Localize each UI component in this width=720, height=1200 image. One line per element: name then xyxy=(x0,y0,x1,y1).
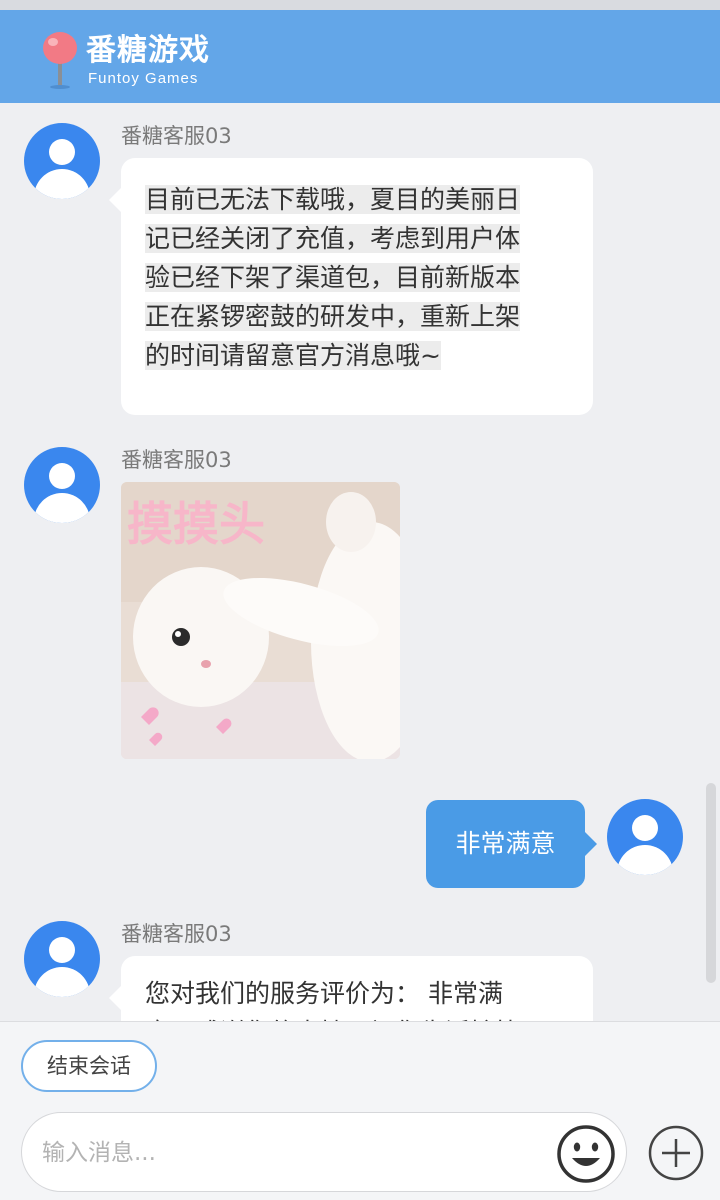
message-line: 意，感谢您的支持，祝您生活愉快 xyxy=(145,1013,575,1021)
message-line: 正在紧锣密鼓的研发中，重新上架 xyxy=(145,302,521,331)
agent-message-bubble: 您对我们的服务评价为： 非常满 意，感谢您的支持，祝您生活愉快 xyxy=(109,956,593,1021)
plus-icon[interactable] xyxy=(647,1124,705,1182)
message-input[interactable] xyxy=(40,1131,544,1175)
user-message-bubble: 非常满意 xyxy=(426,800,597,888)
agent-avatar xyxy=(24,447,100,523)
agent-avatar xyxy=(24,921,100,997)
app-header: 番糖游戏 Funtoy Games xyxy=(0,10,720,103)
cat-sticker-icon: 摸摸头 xyxy=(121,482,400,759)
message-input-box[interactable] xyxy=(21,1112,627,1192)
message-line: 目前已无法下载哦，夏目的美丽日 xyxy=(145,185,521,214)
agent-name: 番糖客服03 xyxy=(121,448,232,472)
agent-name: 番糖客服03 xyxy=(121,922,232,946)
message-line: 您对我们的服务评价为： 非常满 xyxy=(145,979,503,1008)
agent-name: 番糖客服03 xyxy=(121,124,232,148)
status-strip xyxy=(0,0,720,10)
end-session-button[interactable]: 结束会话 xyxy=(21,1040,157,1092)
cat-sticker-image[interactable]: 摸摸头 xyxy=(121,482,400,759)
agent-avatar xyxy=(24,123,100,199)
agent-message-text: 目前已无法下载哦，夏目的美丽日 记已经关闭了充值，考虑到用户体 验已经下架了渠道… xyxy=(145,180,575,375)
message-line: 的时间请留意官方消息哦~ xyxy=(145,341,441,370)
user-avatar xyxy=(607,799,683,875)
agent-message-bubble: 目前已无法下载哦，夏目的美丽日 记已经关闭了充值，考虑到用户体 验已经下架了渠道… xyxy=(109,158,593,415)
message-line: 验已经下架了渠道包，目前新版本 xyxy=(145,263,521,292)
logo-title: 番糖游戏 xyxy=(86,33,210,68)
chat-area[interactable]: 番糖客服03 目前已无法下载哦，夏目的美丽日 记已经关闭了充值，考虑到用户体 验… xyxy=(0,103,720,1021)
message-line: 记已经关闭了充值，考虑到用户体 xyxy=(145,224,521,253)
logo-subtitle: Funtoy Games xyxy=(88,70,199,87)
agent-message-text: 您对我们的服务评价为： 非常满 意，感谢您的支持，祝您生活愉快 xyxy=(145,974,575,1021)
sticker-caption: 摸摸头 xyxy=(127,497,265,551)
emoji-icon[interactable] xyxy=(556,1124,616,1184)
candy-logo-icon xyxy=(43,32,77,89)
chat-scrollbar[interactable] xyxy=(706,783,716,983)
